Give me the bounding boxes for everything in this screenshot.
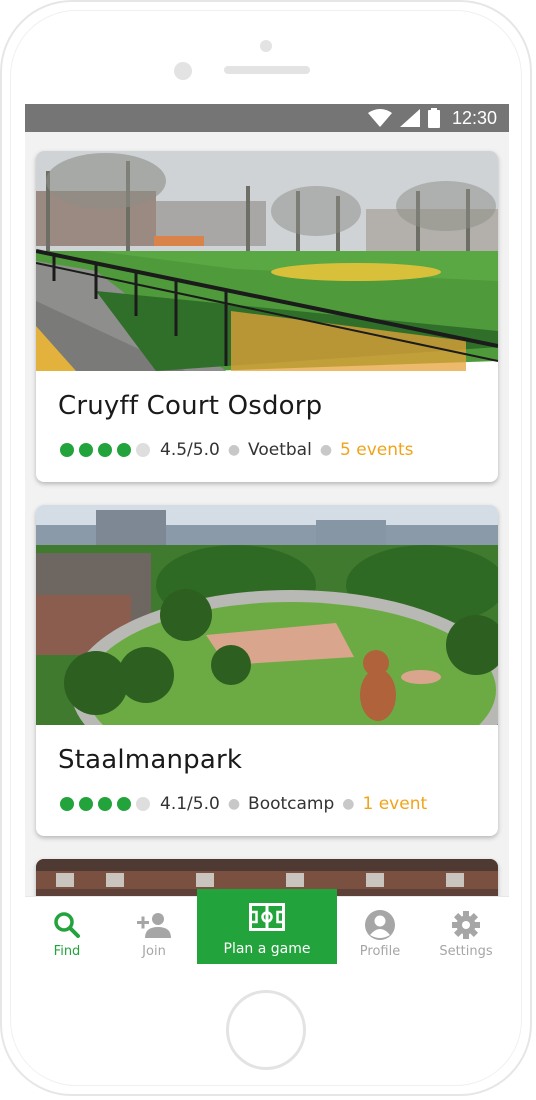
- signal-icon: [399, 109, 420, 127]
- front-sensor: [260, 40, 272, 52]
- wifi-icon: [367, 109, 392, 127]
- gear-icon: [452, 911, 480, 939]
- venue-meta: 4.1/5.0 ● Bootcamp ● 1 event: [60, 793, 427, 815]
- tab-label: Plan a game: [223, 941, 311, 957]
- rating-dot-filled: [117, 443, 131, 457]
- separator-dot: ●: [319, 442, 333, 458]
- separator-dot: ●: [227, 442, 241, 458]
- status-bar: 12:30: [25, 104, 509, 132]
- earpiece-speaker: [224, 66, 310, 74]
- events-link[interactable]: 1 event: [363, 794, 428, 814]
- tab-plan-a-game[interactable]: Plan a game: [197, 889, 337, 964]
- rating-dots: [60, 797, 150, 811]
- tab-label: Profile: [359, 944, 401, 959]
- field-icon: [249, 903, 285, 931]
- soccer-field-photo: [36, 151, 498, 371]
- rating-dot-filled: [98, 797, 112, 811]
- profile-icon: [365, 910, 395, 940]
- search-icon: [53, 911, 81, 939]
- park-aerial-photo: [36, 505, 498, 725]
- tab-label: Find: [53, 944, 81, 959]
- sport-label: Bootcamp: [248, 794, 335, 814]
- tab-find[interactable]: Find: [25, 897, 109, 964]
- rating-dot-empty: [136, 443, 150, 457]
- venue-meta: 4.5/5.0 ● Voetbal ● 5 events: [60, 439, 414, 461]
- rating-dot-filled: [98, 443, 112, 457]
- rating-dot-filled: [117, 797, 131, 811]
- venue-title: Staalmanpark: [58, 745, 243, 775]
- status-time: 12:30: [451, 107, 497, 128]
- venue-title: Cruyff Court Osdorp: [58, 391, 323, 421]
- tab-settings[interactable]: Settings: [423, 897, 509, 964]
- tab-join[interactable]: Join: [111, 897, 197, 964]
- separator-dot: ●: [342, 796, 355, 812]
- front-camera: [174, 62, 192, 80]
- events-link[interactable]: 5 events: [340, 440, 414, 460]
- add-user-icon: [137, 911, 171, 939]
- rating-text: 4.1/5.0: [160, 794, 220, 814]
- home-button[interactable]: [226, 990, 306, 1070]
- rating-dot-filled: [79, 443, 93, 457]
- rating-text: 4.5/5.0: [160, 440, 220, 460]
- rating-dot-empty: [136, 797, 150, 811]
- tab-label: Join: [142, 944, 166, 959]
- tab-profile[interactable]: Profile: [337, 897, 423, 964]
- rating-dot-filled: [60, 797, 74, 811]
- rating-dot-filled: [60, 443, 74, 457]
- sport-label: Voetbal: [248, 440, 312, 460]
- venue-card[interactable]: Cruyff Court Osdorp 4.5/5.0 ● Voetbal ● …: [36, 151, 498, 482]
- bottom-tab-bar: Find Join Plan a game Profile Settings: [25, 889, 509, 964]
- venue-card[interactable]: Staalmanpark 4.1/5.0 ● Bootcamp ● 1 even…: [36, 505, 498, 836]
- status-icons: 12:30: [367, 107, 497, 128]
- battery-icon: [427, 108, 440, 128]
- app-screen: 12:30 Cruyff Court Osdorp 4.5/5.0 ● Voet…: [25, 104, 509, 964]
- rating-dots: [60, 443, 150, 457]
- tab-label: Settings: [439, 944, 493, 959]
- separator-dot: ●: [227, 796, 241, 812]
- rating-dot-filled: [79, 797, 93, 811]
